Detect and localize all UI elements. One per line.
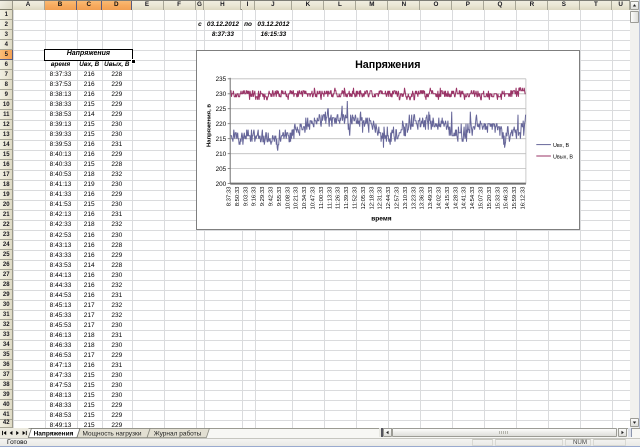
svg-text:16:12:33: 16:12:33 [520, 186, 526, 210]
svg-text:Uвх, В: Uвх, В [553, 143, 569, 149]
svg-text:15:07:33: 15:07:33 [478, 186, 484, 210]
svg-text:Напряжения: Напряжения [34, 430, 74, 437]
svg-text:10:34:33: 10:34:33 [302, 186, 308, 210]
svg-text:Uвых, В: Uвых, В [553, 155, 573, 161]
svg-text:10:21:33: 10:21:33 [293, 186, 299, 210]
svg-text:13:23:33: 13:23:33 [411, 186, 417, 210]
svg-text:время: время [371, 216, 392, 223]
svg-text:9:29:33: 9:29:33 [260, 186, 266, 206]
svg-text:15:20:33: 15:20:33 [486, 186, 492, 210]
svg-text:220: 220 [215, 121, 226, 128]
svg-text:15:46:33: 15:46:33 [503, 186, 509, 210]
svg-text:14:15:33: 14:15:33 [444, 186, 450, 210]
svg-text:15:33:33: 15:33:33 [495, 186, 501, 210]
svg-text:9:03:33: 9:03:33 [243, 186, 249, 206]
svg-text:10:08:33: 10:08:33 [285, 186, 291, 210]
svg-text:11:52:33: 11:52:33 [352, 186, 358, 209]
svg-text:9:55:33: 9:55:33 [276, 186, 282, 206]
svg-text:14:28:33: 14:28:33 [453, 186, 459, 210]
svg-text:12:05:33: 12:05:33 [360, 186, 366, 210]
svg-text:13:49:33: 13:49:33 [428, 186, 434, 210]
svg-text:Журнал работы: Журнал работы [154, 429, 202, 437]
svg-text:12:31:33: 12:31:33 [377, 186, 383, 210]
svg-text:14:54:33: 14:54:33 [470, 186, 476, 210]
svg-text:10:47:33: 10:47:33 [310, 186, 316, 210]
svg-text:8:37:33: 8:37:33 [226, 186, 232, 206]
svg-text:14:02:33: 14:02:33 [436, 186, 442, 210]
svg-text:Напряжения: Напряжения [355, 59, 420, 71]
svg-text:235: 235 [215, 76, 226, 83]
svg-text:Мощность нагрузки: Мощность нагрузки [83, 430, 142, 437]
svg-text:13:36:33: 13:36:33 [419, 186, 425, 210]
svg-text:11:26:33: 11:26:33 [335, 186, 341, 209]
svg-text:12:44:33: 12:44:33 [386, 186, 392, 210]
svg-text:9:42:33: 9:42:33 [268, 186, 274, 206]
svg-text:12:18:33: 12:18:33 [369, 186, 375, 210]
svg-text:8:50:33: 8:50:33 [234, 186, 240, 206]
svg-text:11:13:33: 11:13:33 [327, 186, 333, 209]
svg-text:Напряжения, в: Напряжения, в [206, 104, 212, 147]
svg-text:205: 205 [215, 166, 226, 173]
svg-text:11:39:33: 11:39:33 [344, 186, 350, 209]
svg-text:9:16:33: 9:16:33 [251, 186, 257, 206]
svg-text:13:10:33: 13:10:33 [402, 186, 408, 210]
svg-text:12:57:33: 12:57:33 [394, 186, 400, 210]
svg-text:230: 230 [215, 91, 226, 98]
svg-text:210: 210 [215, 151, 226, 158]
svg-text:11:00:33: 11:00:33 [318, 186, 324, 209]
svg-text:225: 225 [215, 106, 226, 113]
svg-text:200: 200 [215, 181, 226, 188]
svg-text:215: 215 [215, 136, 226, 143]
svg-text:14:41:33: 14:41:33 [461, 186, 467, 210]
svg-text:15:59:33: 15:59:33 [512, 186, 518, 210]
